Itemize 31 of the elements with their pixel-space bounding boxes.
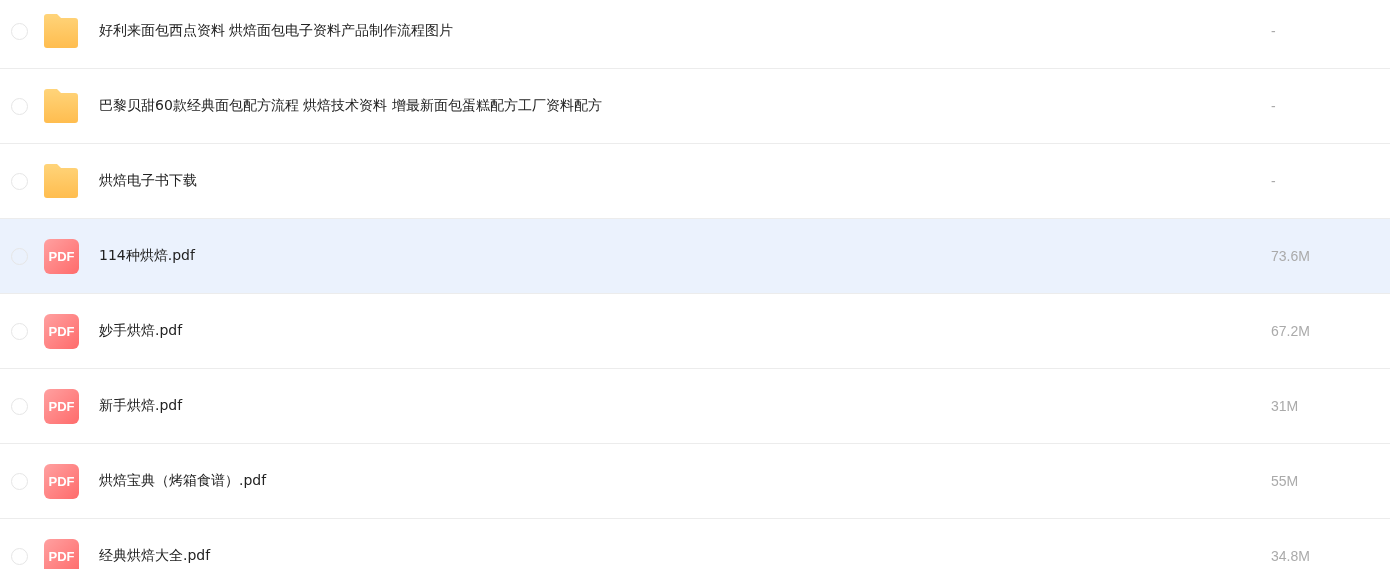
file-row[interactable]: PDF 经典烘焙大全.pdf 34.8M bbox=[0, 519, 1390, 569]
file-size: 55M bbox=[1271, 473, 1300, 489]
file-size: 31M bbox=[1271, 398, 1300, 414]
file-name[interactable]: 好利来面包西点资料 烘焙面包电子资料产品制作流程图片 bbox=[99, 22, 1271, 40]
file-name[interactable]: 妙手烘焙.pdf bbox=[99, 322, 1271, 340]
file-row[interactable]: 好利来面包西点资料 烘焙面包电子资料产品制作流程图片 - bbox=[0, 0, 1390, 69]
pdf-icon: PDF bbox=[44, 388, 79, 424]
file-name[interactable]: 巴黎贝甜60款经典面包配方流程 烘焙技术资料 增最新面包蛋糕配方工厂资料配方 bbox=[99, 97, 1271, 115]
file-name[interactable]: 经典烘焙大全.pdf bbox=[99, 547, 1271, 565]
file-name[interactable]: 114种烘焙.pdf bbox=[99, 247, 1271, 265]
pdf-icon: PDF bbox=[44, 238, 79, 274]
file-size: - bbox=[1271, 98, 1277, 114]
file-row[interactable]: PDF 烘焙宝典（烤箱食谱）.pdf 55M bbox=[0, 444, 1390, 519]
file-row[interactable]: PDF 114种烘焙.pdf 73.6M bbox=[0, 219, 1390, 294]
folder-icon bbox=[43, 88, 79, 124]
folder-icon bbox=[43, 163, 79, 199]
folder-icon bbox=[43, 13, 79, 49]
file-name[interactable]: 新手烘焙.pdf bbox=[99, 397, 1271, 415]
file-row[interactable]: 巴黎贝甜60款经典面包配方流程 烘焙技术资料 增最新面包蛋糕配方工厂资料配方 - bbox=[0, 69, 1390, 144]
pdf-icon: PDF bbox=[44, 313, 79, 349]
file-row[interactable]: PDF 新手烘焙.pdf 31M bbox=[0, 369, 1390, 444]
file-size: 67.2M bbox=[1271, 323, 1311, 339]
file-size: - bbox=[1271, 173, 1277, 189]
file-name[interactable]: 烘焙电子书下载 bbox=[99, 172, 1271, 190]
file-size: 73.6M bbox=[1271, 248, 1311, 264]
file-name[interactable]: 烘焙宝典（烤箱食谱）.pdf bbox=[99, 472, 1271, 490]
file-row[interactable]: PDF 妙手烘焙.pdf 67.2M bbox=[0, 294, 1390, 369]
file-size: 34.8M bbox=[1271, 548, 1311, 564]
pdf-icon: PDF bbox=[44, 463, 79, 499]
pdf-icon: PDF bbox=[44, 538, 79, 569]
file-size: - bbox=[1271, 23, 1277, 39]
